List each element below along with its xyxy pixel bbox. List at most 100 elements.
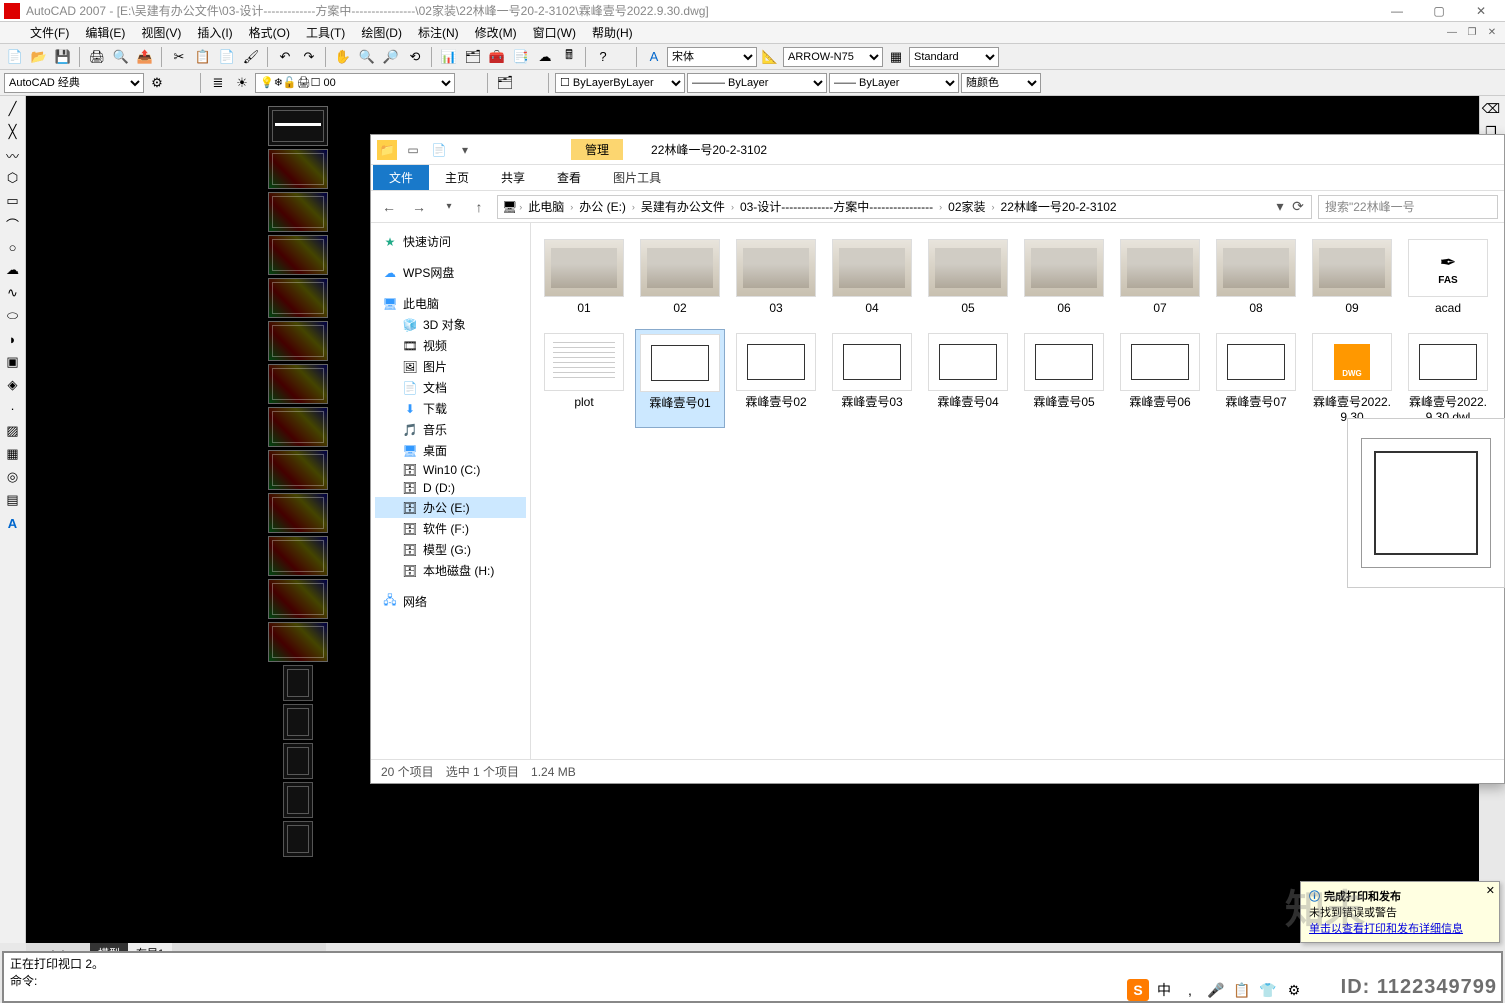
layer-props-icon[interactable]: ≣ xyxy=(207,72,229,94)
balloon-close-button[interactable]: ✕ xyxy=(1486,884,1495,897)
polygon-icon[interactable]: ⬡ xyxy=(2,167,24,189)
sheet-thumb[interactable] xyxy=(268,149,328,189)
sheet-thumb[interactable] xyxy=(268,407,328,447)
nav-doc[interactable]: 📄文档 xyxy=(375,377,526,398)
help-icon[interactable]: ? xyxy=(592,46,614,68)
preview-icon[interactable]: 🔍 xyxy=(110,46,132,68)
nav-c[interactable]: 🗄Win10 (C:) xyxy=(375,461,526,479)
doc-min-button[interactable]: — xyxy=(1443,25,1461,41)
nav-network[interactable]: 🖧网络 xyxy=(375,591,526,612)
file-item[interactable]: 03 xyxy=(731,235,821,319)
file-item[interactable]: 霖峰壹号04 xyxy=(923,329,1013,428)
sheet-thumb[interactable] xyxy=(268,192,328,232)
plotstyle-select[interactable]: 随颜色 xyxy=(961,73,1041,93)
ime-punct[interactable]: , xyxy=(1179,979,1201,1001)
nav-e[interactable]: 🗄办公 (E:) xyxy=(375,497,526,518)
nav-h[interactable]: 🗄本地磁盘 (H:) xyxy=(375,560,526,581)
keyboard-icon[interactable]: 📋 xyxy=(1231,979,1253,1001)
region-icon[interactable]: ◎ xyxy=(2,466,24,488)
zoom-win-icon[interactable]: 🔎 xyxy=(380,46,402,68)
file-item[interactable]: 霖峰壹号05 xyxy=(1019,329,1109,428)
workspace-select[interactable]: AutoCAD 经典 xyxy=(4,73,144,93)
nav-thispc[interactable]: 🖥此电脑 xyxy=(375,293,526,314)
file-item[interactable]: 霖峰壹号01 xyxy=(635,329,725,428)
maximize-button[interactable]: ▢ xyxy=(1419,1,1459,21)
nav-f[interactable]: 🗄软件 (F:) xyxy=(375,518,526,539)
sheet-thumb[interactable] xyxy=(268,321,328,361)
menu-dim[interactable]: 标注(N) xyxy=(410,22,467,43)
block-icon[interactable]: ▣ xyxy=(2,351,24,373)
qat-more-icon[interactable]: ▾ xyxy=(455,140,475,160)
doc-close-button[interactable]: ✕ xyxy=(1483,25,1501,41)
ribbon-context-tab[interactable]: 管理 xyxy=(571,139,623,160)
makeblock-icon[interactable]: ◈ xyxy=(2,374,24,396)
nav-video[interactable]: 🎞视频 xyxy=(375,335,526,356)
xline-icon[interactable]: ╳ xyxy=(2,121,24,143)
layer-mgr-icon[interactable]: 🗂 xyxy=(494,72,516,94)
lineweight-select[interactable]: —— ByLayer xyxy=(829,73,959,93)
menu-view[interactable]: 视图(V) xyxy=(133,22,189,43)
nav-wps[interactable]: ☁WPS网盘 xyxy=(375,262,526,283)
sheet-thumb[interactable] xyxy=(283,704,313,740)
tab-share[interactable]: 共享 xyxy=(485,165,541,190)
skin-icon[interactable]: 👕 xyxy=(1257,979,1279,1001)
publish-icon[interactable]: 📤 xyxy=(134,46,156,68)
redo-icon[interactable]: ↷ xyxy=(298,46,320,68)
sheet-thumb[interactable] xyxy=(268,579,328,619)
file-item[interactable]: ✒FASacad xyxy=(1403,235,1493,319)
crumb[interactable]: 03-设计-------------方案中---------------- xyxy=(736,196,937,217)
print-icon[interactable]: 🖨 xyxy=(86,46,108,68)
refresh-icon[interactable]: ⟳ xyxy=(1289,195,1307,219)
ellipsearc-icon[interactable]: ◗ xyxy=(2,328,24,350)
ime-lang[interactable]: 中 xyxy=(1153,979,1175,1001)
save-icon[interactable]: 💾 xyxy=(52,46,74,68)
sheet-thumb[interactable] xyxy=(268,364,328,404)
spline-icon[interactable]: ∿ xyxy=(2,282,24,304)
dimstyle-select[interactable]: ARROW-N75 xyxy=(783,47,883,67)
menu-format[interactable]: 格式(O) xyxy=(241,22,298,43)
hatch-icon[interactable]: ▨ xyxy=(2,420,24,442)
mtext-icon[interactable]: A xyxy=(2,512,24,534)
file-item[interactable]: 06 xyxy=(1019,235,1109,319)
tp-icon[interactable]: 🧰 xyxy=(486,46,508,68)
menu-draw[interactable]: 绘图(D) xyxy=(353,22,410,43)
file-item[interactable]: 08 xyxy=(1211,235,1301,319)
cut-icon[interactable]: ✂ xyxy=(168,46,190,68)
crumb[interactable]: 吴建有办公文件 xyxy=(637,196,729,217)
nav-desk[interactable]: 🖥桌面 xyxy=(375,440,526,461)
up-icon[interactable]: ↑ xyxy=(467,195,491,219)
layer-state-icon[interactable]: ☀ xyxy=(231,72,253,94)
balloon-link[interactable]: 单击以查看打印和发布详细信息 xyxy=(1309,923,1463,935)
revcloud-icon[interactable]: ☁ xyxy=(2,259,24,281)
nav-g[interactable]: 🗄模型 (G:) xyxy=(375,539,526,560)
copy-icon[interactable]: 📋 xyxy=(192,46,214,68)
layer-select[interactable]: 💡❄🔓🖨☐ 00 xyxy=(255,73,455,93)
sheet-thumb[interactable] xyxy=(283,782,313,818)
menu-help[interactable]: 帮助(H) xyxy=(584,22,641,43)
nav-quick[interactable]: ★快速访问 xyxy=(375,231,526,252)
tablestyle-icon[interactable]: ▦ xyxy=(885,46,907,68)
qat-props-icon[interactable]: ▭ xyxy=(403,140,423,160)
paste-icon[interactable]: 📄 xyxy=(216,46,238,68)
sogou-icon[interactable]: S xyxy=(1127,979,1149,1001)
tab-file[interactable]: 文件 xyxy=(373,165,429,190)
new-icon[interactable]: 📄 xyxy=(4,46,26,68)
font-select[interactable]: 宋体 xyxy=(667,47,757,67)
nav-d[interactable]: 🗄D (D:) xyxy=(375,479,526,497)
file-item[interactable]: 01 xyxy=(539,235,629,319)
markup-icon[interactable]: ☁ xyxy=(534,46,556,68)
ws-settings-icon[interactable]: ⚙ xyxy=(146,72,168,94)
nav-pic[interactable]: 🖼图片 xyxy=(375,356,526,377)
crumb[interactable]: 办公 (E:) xyxy=(575,196,630,217)
mic-icon[interactable]: 🎤 xyxy=(1205,979,1227,1001)
file-item[interactable]: 霖峰壹号2022.9.30 xyxy=(1307,329,1397,428)
file-item[interactable]: 09 xyxy=(1307,235,1397,319)
file-item[interactable]: 霖峰壹号2022.9.30.dwl xyxy=(1403,329,1493,428)
crumb[interactable]: 此电脑 xyxy=(524,196,568,217)
tab-home[interactable]: 主页 xyxy=(429,165,485,190)
ellipse-icon[interactable]: ⬭ xyxy=(2,305,24,327)
back-icon[interactable]: ← xyxy=(377,195,401,219)
calc-icon[interactable]: 🖩 xyxy=(558,46,580,68)
dimstyle-icon[interactable]: 📐 xyxy=(759,46,781,68)
menu-modify[interactable]: 修改(M) xyxy=(467,22,525,43)
